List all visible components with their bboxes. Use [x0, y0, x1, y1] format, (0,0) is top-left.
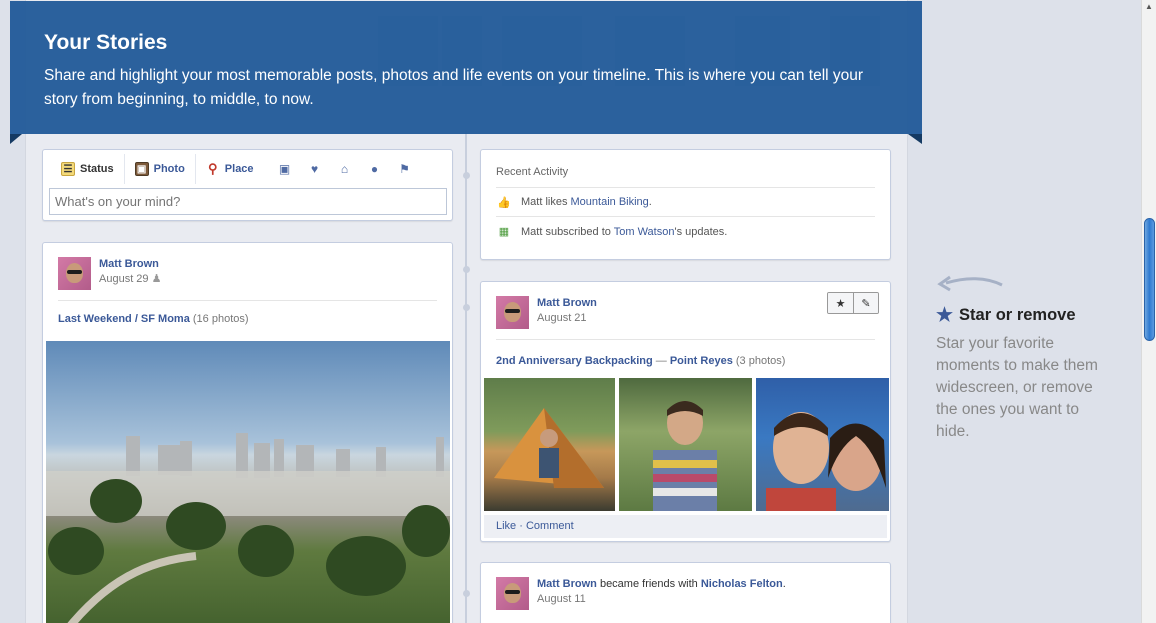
friendship-end: .: [782, 578, 786, 590]
flag-icon[interactable]: ⚑: [390, 162, 420, 176]
banner-fold-left: [10, 134, 22, 144]
star-button[interactable]: ★: [828, 293, 853, 313]
tab-place-label: Place: [224, 163, 254, 175]
friendship-text: Matt Brown became friends with Nicholas …: [537, 577, 786, 592]
status-composer: ☰ Status ▣ Photo ⚲ Place ▣ ♥ ⌂ ● ⚑: [42, 149, 453, 221]
avatar[interactable]: [496, 296, 529, 329]
banner-text: Share and highlight your most memorable …: [44, 67, 864, 108]
post-date-text: August 29: [99, 273, 149, 285]
heart-icon[interactable]: ♥: [300, 162, 330, 176]
friendship-story-card: Matt Brown became friends with Nicholas …: [480, 562, 891, 623]
post-header: Matt Brown August 29 ♟: [43, 243, 452, 290]
like-comment-bar: Like · Comment: [484, 515, 887, 538]
banner-title: Your Stories: [44, 31, 168, 54]
curved-arrow-icon: [937, 275, 1003, 292]
couple-image: [766, 412, 886, 511]
life-event-icons: ▣ ♥ ⌂ ● ⚑: [264, 162, 420, 176]
album-title-link[interactable]: 2nd Anniversary Backpacking: [496, 355, 653, 367]
status-input[interactable]: [49, 188, 447, 215]
photo-row: [484, 378, 889, 511]
scrollbar-thumb[interactable]: [1144, 218, 1155, 341]
friends-audience-icon[interactable]: ♟: [152, 273, 162, 285]
author-name[interactable]: Matt Brown: [537, 296, 597, 311]
action-separator: ·: [516, 520, 526, 532]
post-date: August 11: [537, 593, 586, 605]
tip-title-text: Star or remove: [959, 306, 1076, 324]
album-title-link[interactable]: Last Weekend / SF Moma: [58, 313, 190, 325]
post-date: August 29 ♟: [99, 272, 161, 287]
comment-link[interactable]: Comment: [526, 520, 574, 532]
banner-fold-right: [908, 134, 922, 144]
story-card-right: Matt Brown August 21 ★ ✎ 2nd Anniversary…: [480, 281, 891, 542]
timeline-dot: [463, 590, 470, 597]
your-stories-banner: Your Stories Share and highlight your mo…: [10, 1, 922, 134]
status-icon: ☰: [61, 162, 75, 176]
album-count: (3 photos): [735, 355, 786, 367]
star-icon: ★: [835, 297, 846, 310]
star-or-remove-tip: ★ Star or remove Star your favorite mome…: [936, 275, 1116, 443]
post-date: August 21: [537, 312, 587, 324]
timeline-dot: [463, 266, 470, 273]
recent-activity-card: Recent Activity 👍 Matt likes Mountain Bi…: [480, 149, 891, 260]
tab-status[interactable]: ☰ Status: [51, 154, 125, 184]
avatar[interactable]: [496, 577, 529, 610]
activity-text: Matt likes Mountain Biking.: [521, 196, 652, 208]
star-icon: ★: [936, 305, 954, 326]
activity-text: Matt subscribed to Tom Watson's updates.: [521, 226, 727, 238]
friend-name-link[interactable]: Nicholas Felton: [701, 578, 783, 590]
activity-link-mountain-biking[interactable]: Mountain Biking: [571, 196, 649, 208]
album-line: Last Weekend / SF Moma (16 photos): [43, 301, 452, 337]
activity-link-tom-watson[interactable]: Tom Watson: [614, 226, 675, 238]
timeline-dot: [463, 172, 470, 179]
album-count: (16 photos): [192, 313, 249, 325]
tip-title: ★ Star or remove: [936, 304, 1116, 327]
avatar[interactable]: [58, 257, 91, 290]
composer-tabs: ☰ Status ▣ Photo ⚲ Place ▣ ♥ ⌂ ● ⚑: [43, 150, 452, 188]
like-thumb-icon: 👍: [497, 196, 511, 209]
tab-photo[interactable]: ▣ Photo: [125, 154, 196, 184]
album-photo[interactable]: [46, 341, 450, 623]
portrait-image: [653, 401, 717, 511]
place-link[interactable]: Point Reyes: [670, 355, 733, 367]
activity-row: ▦ Matt subscribed to Tom Watson's update…: [496, 217, 875, 246]
house-icon[interactable]: ⌂: [330, 162, 360, 176]
city-skyline-image: [46, 433, 450, 623]
activity-prefix: Matt subscribed to: [521, 225, 614, 238]
like-link[interactable]: Like: [496, 520, 516, 532]
home-icon[interactable]: ▣: [270, 162, 300, 176]
photo-icon: ▣: [134, 162, 149, 176]
edit-button[interactable]: ✎: [853, 293, 878, 313]
activity-suffix: 's updates.: [674, 225, 728, 238]
timeline-dot: [463, 304, 470, 311]
subscribe-icon: ▦: [498, 226, 510, 238]
photo-tent[interactable]: [484, 378, 615, 511]
activity-row: 👍 Matt likes Mountain Biking.: [496, 188, 875, 217]
recent-activity-title: Recent Activity: [496, 150, 875, 188]
author-name[interactable]: Matt Brown: [537, 578, 597, 590]
activity-suffix: .: [648, 196, 652, 208]
story-card-left: Matt Brown August 29 ♟ Last Weekend / SF…: [42, 242, 453, 623]
photo-couple[interactable]: [756, 378, 889, 511]
tip-text: Star your favorite moments to make them …: [936, 335, 1098, 440]
tab-status-label: Status: [80, 163, 114, 175]
tent-image: [494, 408, 604, 488]
story-actions: ★ ✎: [827, 292, 879, 314]
scroll-up-arrow-icon[interactable]: ▲: [1145, 2, 1153, 11]
page-scrollbar[interactable]: ▲: [1141, 0, 1156, 623]
album-line: 2nd Anniversary Backpacking — Point Reye…: [481, 340, 890, 377]
author-name[interactable]: Matt Brown: [99, 257, 161, 272]
photo-portrait[interactable]: [619, 378, 752, 511]
post-header: Matt Brown became friends with Nicholas …: [481, 563, 890, 610]
tab-place[interactable]: ⚲ Place: [196, 154, 264, 184]
album-separator: —: [652, 355, 670, 367]
pencil-icon: ✎: [861, 297, 871, 310]
timeline-spine: [465, 130, 467, 623]
apple-icon[interactable]: ●: [360, 162, 390, 176]
place-icon: ⚲: [208, 161, 218, 176]
friendship-middle: became friends with: [596, 578, 701, 590]
tab-photo-label: Photo: [153, 163, 185, 175]
activity-prefix: Matt likes: [521, 196, 571, 208]
